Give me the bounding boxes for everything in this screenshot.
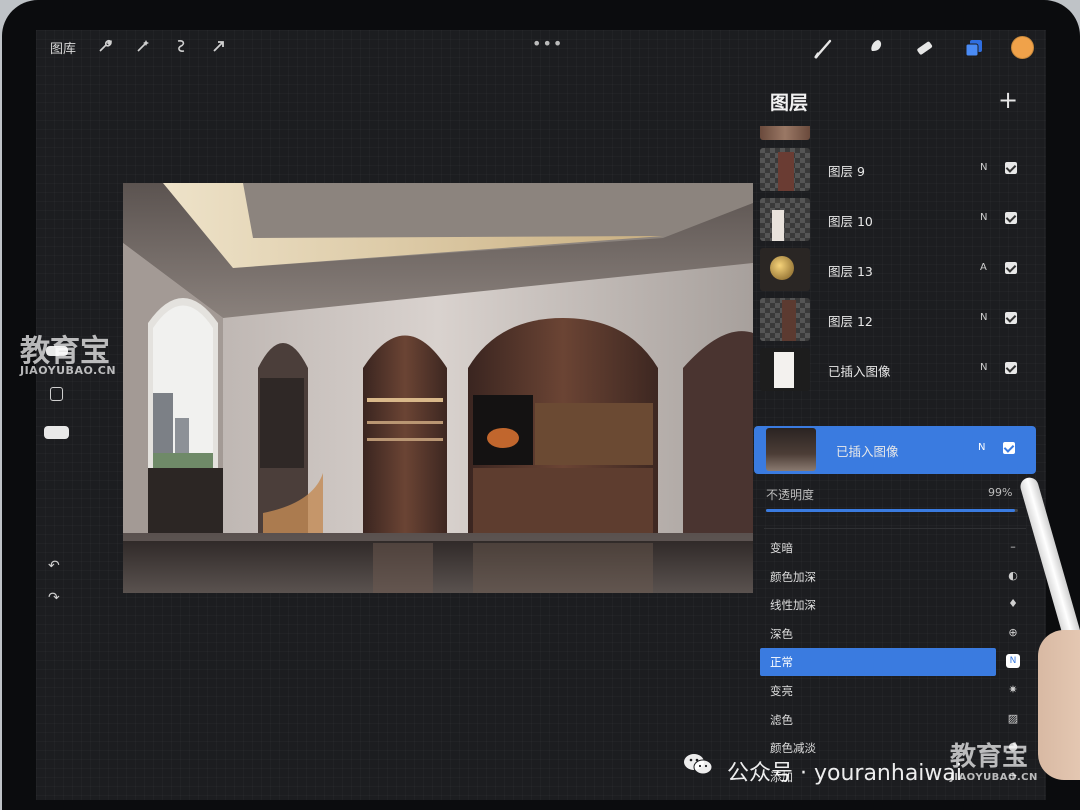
layer-thumbnail [760,148,810,191]
watermark-account: 公众号 · youranhaiwai [727,761,962,786]
brush-icon[interactable] [811,37,837,59]
lighten-icon: ✷ [1008,683,1018,696]
blend-mode-item[interactable]: 线性加深 ♦ [760,591,1018,619]
toolbar-left: 图库 [50,38,228,57]
layer-blend-mode-button[interactable]: N [980,312,987,323]
blend-mode-label: 正常 [770,655,793,669]
layer-row[interactable]: 图层 13 A [756,246,1034,294]
layer-thumbnail [760,248,810,291]
more-options-icon[interactable]: ••• [532,34,563,53]
selection-icon[interactable] [172,39,190,57]
layer-visibility-checkbox[interactable] [1005,162,1017,174]
blend-mode-label: 变亮 [770,684,793,698]
layer-blend-mode-button[interactable]: N [980,162,987,173]
layer-blend-mode-button[interactable]: N [980,362,987,373]
smudge-icon[interactable] [861,37,887,59]
blend-mode-item[interactable]: 深色 ⊕ [760,620,1018,648]
layer-blend-mode-button[interactable]: N [978,442,985,453]
wrench-icon[interactable] [96,39,114,57]
layer-thumbnail-partial[interactable] [760,126,810,140]
layer-name: 已插入图像 [828,364,891,379]
tablet-device: 图库 ••• ↶ ↷ 图层 + 图层 9 N 图层 10 N 图层 13 A 图… [2,0,1080,810]
undo-icon[interactable]: ↶ [48,558,60,574]
layer-blend-mode-button[interactable]: A [980,262,987,273]
opacity-slider-fill [766,509,1016,512]
normal-mode-icon: N [1006,654,1020,668]
layers-icon[interactable] [961,37,987,59]
top-toolbar: 图库 ••• [36,30,1046,66]
watermark-url-left: JIAOYUBAO.CN [20,364,117,377]
wechat-icon [684,754,713,775]
layer-thumbnail [760,298,810,341]
layer-blend-mode-button[interactable]: N [980,212,987,223]
color-picker-swatch[interactable] [1011,36,1034,59]
blend-mode-label: 深色 [770,627,793,641]
layer-thumbnail [760,348,810,391]
layer-row[interactable]: 图层 9 N [756,146,1034,194]
darken-icon: – [1010,540,1016,553]
layer-name: 已插入图像 [836,444,899,459]
opacity-label: 不透明度 [766,488,815,502]
eraser-icon[interactable] [911,37,937,59]
layer-name: 图层 9 [828,164,865,179]
redo-icon[interactable]: ↷ [48,590,60,606]
blend-mode-item[interactable]: 颜色加深 ◐ [760,563,1018,591]
procreate-screen: 图库 ••• ↶ ↷ 图层 + 图层 9 N 图层 10 N 图层 13 A 图… [36,30,1046,800]
layer-row[interactable]: 图层 10 N [756,196,1034,244]
layer-visibility-checkbox[interactable] [1003,442,1015,454]
opacity-slider[interactable] [766,509,1018,512]
blend-mode-item-selected[interactable]: 正常 N [760,648,1020,676]
transform-arrow-icon[interactable] [210,39,228,57]
layer-name: 图层 10 [828,214,873,229]
opacity-value: 99% [988,486,1013,499]
canvas-artwork[interactable] [123,183,753,593]
layer-thumbnail [766,428,816,471]
layers-panel: 图层 + 图层 9 N 图层 10 N 图层 13 A 图层 12 N 已插入图… [754,78,1046,800]
blend-mode-label: 变暗 [770,541,793,555]
blend-mode-label: 滤色 [770,713,793,727]
divider [764,528,1026,529]
layer-name: 图层 12 [828,314,873,329]
blend-mode-label: 颜色加深 [770,570,816,584]
layer-visibility-checkbox[interactable] [1005,262,1017,274]
user-hand [1038,630,1080,780]
watermark-url-right: JIAOYUBAO.CN [950,772,1038,783]
layer-row-selected[interactable]: 已插入图像 N [754,426,1036,474]
layers-panel-title: 图层 [770,92,809,114]
add-layer-button[interactable]: + [998,86,1018,114]
layer-row[interactable]: 已插入图像 N [756,346,1034,394]
magic-wand-icon[interactable] [134,39,152,57]
layer-visibility-checkbox[interactable] [1005,212,1017,224]
opacity-slider[interactable] [44,426,69,439]
layer-visibility-checkbox[interactable] [1005,312,1017,324]
gallery-button[interactable]: 图库 [50,38,76,57]
layer-visibility-checkbox[interactable] [1005,362,1017,374]
layer-thumbnail [760,198,810,241]
blend-mode-label: 线性加深 [770,598,816,612]
color-burn-icon: ◐ [1008,569,1018,582]
blend-mode-item[interactable]: 变亮 ✷ [760,677,1018,705]
layer-name: 图层 13 [828,264,873,279]
linear-burn-icon: ♦ [1008,597,1018,610]
blend-mode-label: 颜色减淡 [770,741,816,755]
toolbar-right [811,36,1034,59]
layer-row[interactable]: 图层 12 N [756,296,1034,344]
screen-icon: ▨ [1007,712,1019,725]
blend-mode-item[interactable]: 滤色 ▨ [760,706,1018,734]
blend-mode-item[interactable]: 变暗 – [760,534,1016,562]
darker-color-icon: ⊕ [1008,626,1018,639]
modify-button[interactable] [50,387,63,401]
